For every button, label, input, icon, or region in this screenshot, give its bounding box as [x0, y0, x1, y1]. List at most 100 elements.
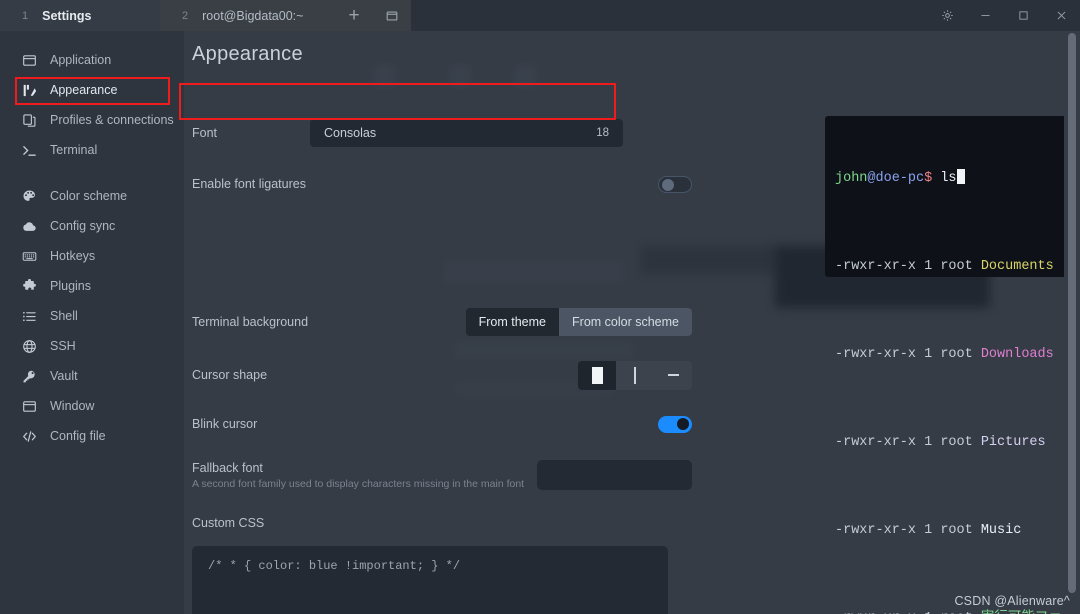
sidebar-item-window[interactable]: Window: [0, 391, 184, 421]
custom-css-textarea[interactable]: /* * { color: blue !important; } */: [192, 546, 668, 614]
row-filename: Documents: [980, 259, 1054, 274]
sidebar-item-label: Profiles & connections: [50, 113, 174, 127]
ligatures-label: Enable font ligatures: [192, 177, 306, 191]
terminal-prompt-line: john@doe-pc$ ls: [835, 168, 1064, 190]
tabbar-actions: +: [335, 0, 411, 31]
cloud-icon: [21, 218, 37, 234]
maximize-icon[interactable]: [1004, 0, 1042, 31]
cursor-shape-underline-option[interactable]: [654, 360, 692, 390]
sidebar-item-label: Color scheme: [50, 189, 128, 203]
new-tab-button[interactable]: +: [335, 0, 373, 31]
close-icon[interactable]: [1042, 0, 1080, 31]
settings-main-panel: Appearance Font Consolas 18 Enable font …: [184, 31, 1064, 614]
sidebar-item-config-file[interactable]: Config file: [0, 421, 184, 451]
fallback-font-input[interactable]: [537, 460, 692, 490]
blink-cursor-label: Blink cursor: [192, 417, 258, 431]
sidebar-item-profiles-connections[interactable]: Profiles & connections: [0, 105, 184, 135]
row-filename: Music: [980, 523, 1022, 538]
row-permissions: -rwxr-xr-x 1 root: [835, 523, 981, 538]
tab-number: 2: [182, 9, 189, 22]
sidebar-item-terminal[interactable]: Terminal: [0, 135, 184, 165]
background-ghost: [514, 65, 536, 87]
prompt-command: ls: [932, 171, 957, 186]
terminal-background-label: Terminal background: [192, 315, 309, 329]
main-scrollbar[interactable]: [1064, 31, 1080, 614]
sidebar-item-color-scheme[interactable]: Color scheme: [0, 181, 184, 211]
font-label: Font: [192, 126, 218, 140]
sidebar-item-hotkeys[interactable]: Hotkeys: [0, 241, 184, 271]
cursor-shape-setting-row: Cursor shape: [192, 360, 692, 390]
sidebar-item-shell[interactable]: Shell: [0, 301, 184, 331]
font-setting-row: Font Consolas 18: [192, 119, 692, 147]
underline-cursor-icon: [667, 374, 679, 376]
sidebar-item-ssh[interactable]: SSH: [0, 331, 184, 361]
sidebar-item-label: Appearance: [50, 83, 118, 97]
terminal-row: -rwxr-xr-x 1 root Pictures: [835, 432, 1064, 454]
window-controls: [928, 0, 1080, 31]
sidebar-item-label: Config file: [50, 429, 106, 443]
font-size-value: 18: [596, 127, 609, 139]
fallback-font-description: A second font family used to display cha…: [192, 477, 525, 490]
tab-number: 1: [22, 9, 29, 22]
custom-css-label: Custom CSS: [192, 516, 265, 530]
sidebar-item-vault[interactable]: Vault: [0, 361, 184, 391]
fallback-font-label: Fallback font: [192, 460, 263, 475]
cursor-shape-label: Cursor shape: [192, 368, 268, 382]
cursor-shape-block-option[interactable]: [578, 360, 616, 390]
minimize-icon[interactable]: [966, 0, 1004, 31]
sidebar-item-config-sync[interactable]: Config sync: [0, 211, 184, 241]
sidebar-item-label: SSH: [50, 339, 76, 353]
sidebar-item-label: Shell: [50, 309, 78, 323]
cursor-shape-bar-option[interactable]: [616, 360, 654, 390]
gear-icon[interactable]: [928, 0, 966, 31]
block-cursor-icon: [591, 366, 603, 384]
sidebar-item-label: Terminal: [50, 143, 98, 157]
terminal-row: -rwxr-xr-x 1 root Downloads: [835, 344, 1064, 366]
font-input[interactable]: Consolas 18: [310, 119, 623, 147]
puzzle-icon: [21, 278, 37, 294]
globe-icon: [21, 338, 37, 354]
ligatures-setting-row: Enable font ligatures: [192, 173, 692, 195]
copy-icon: [21, 112, 37, 128]
tab-label: Settings: [42, 8, 92, 23]
appearance-icon: [21, 82, 37, 98]
tab-settings[interactable]: 1 Settings: [0, 0, 160, 31]
prompt-user: john: [835, 171, 868, 186]
terminal-row: -rwxr-xr-x 1 root Documents: [835, 256, 1064, 278]
scrollbar-thumb[interactable]: [1068, 33, 1076, 593]
option-from-color-scheme[interactable]: From color scheme: [559, 308, 692, 336]
background-ghost: [641, 246, 777, 274]
key-icon: [21, 368, 37, 384]
sidebar-item-label: Vault: [50, 369, 78, 383]
terminal-row: -rwxr-xr-x 1 root 実行可能ファイル: [835, 608, 1064, 614]
ligatures-toggle[interactable]: [658, 175, 692, 193]
keyboard-icon: [21, 248, 37, 264]
terminal-background-options: From theme From color scheme: [465, 308, 692, 336]
window-icon: [21, 398, 37, 414]
sidebar-item-appearance[interactable]: Appearance: [0, 75, 184, 105]
split-pane-icon[interactable]: [373, 0, 411, 31]
row-filename: Pictures: [980, 435, 1046, 450]
sidebar-item-application[interactable]: Application: [0, 45, 184, 75]
blink-cursor-toggle[interactable]: [658, 415, 692, 433]
option-from-theme[interactable]: From theme: [465, 308, 560, 336]
tab-terminal[interactable]: 2 root@Bigdata00:~: [160, 0, 335, 31]
fallback-font-text: Fallback font A second font family used …: [192, 461, 537, 490]
row-permissions: -rwxr-xr-x 1 root: [835, 435, 981, 450]
sidebar-item-label: Window: [50, 399, 95, 413]
page-title: Appearance: [192, 43, 303, 65]
palette-icon: [21, 188, 37, 204]
settings-sidebar: Application Appearance Profiles & connec…: [0, 31, 184, 614]
settings-window: 1 Settings 2 root@Bigdata00:~ + Applicat…: [0, 0, 1080, 614]
font-value: Consolas: [324, 126, 377, 140]
bar-cursor-icon: [634, 366, 636, 384]
sidebar-item-plugins[interactable]: Plugins: [0, 271, 184, 301]
terminal-cursor: [956, 169, 965, 184]
row-filename: Downloads: [980, 347, 1054, 362]
row-permissions: -rwxr-xr-x 1 root: [835, 259, 981, 274]
sidebar-divider: [0, 165, 184, 181]
terminal-preview[interactable]: john@doe-pc$ ls -rwxr-xr-x 1 root Docume…: [825, 116, 1064, 614]
terminal-row: -rwxr-xr-x 1 root Music: [835, 520, 1064, 542]
window-icon: [21, 52, 37, 68]
background-ghost: [374, 65, 396, 87]
